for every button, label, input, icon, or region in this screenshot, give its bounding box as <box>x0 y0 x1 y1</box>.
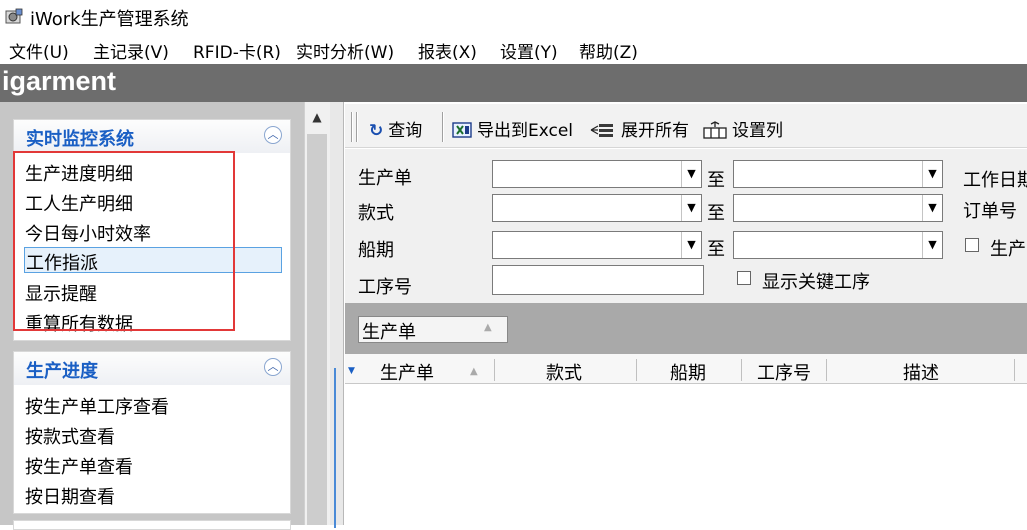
ship-date-label: 船期 <box>358 240 394 261</box>
style-label: 款式 <box>358 203 394 224</box>
sidebar-group-title: 实时监控系统 <box>26 129 134 150</box>
data-grid[interactable] <box>345 385 1027 525</box>
style-to-label: 至 <box>707 203 725 224</box>
excel-export-icon <box>452 122 472 138</box>
column-header-description[interactable]: 描述 <box>903 359 939 385</box>
sidebar-group-production-progress: 生产进度 ︿ 按生产单工序查看 按款式查看 按生产单查看 按日期查看 <box>13 351 291 514</box>
column-header-order[interactable]: 生产单 <box>380 359 434 385</box>
column-divider[interactable] <box>494 359 495 381</box>
app-banner: igarment <box>0 64 1027 102</box>
ship-to-label: 至 <box>707 239 725 260</box>
toolbar-separator <box>442 112 444 142</box>
column-header-style[interactable]: 款式 <box>546 359 582 385</box>
production-checkbox[interactable] <box>965 238 979 252</box>
sidebar-scrollbar-thumb[interactable] <box>307 134 327 525</box>
operation-number-input[interactable] <box>492 265 704 295</box>
column-divider[interactable] <box>636 359 637 381</box>
menu-master-records[interactable]: 主记录(V) <box>93 38 169 63</box>
style-from-select[interactable]: ▼ <box>492 194 702 222</box>
collapse-up-icon[interactable]: ︿ <box>264 358 282 376</box>
order-label: 生产单 <box>358 168 412 189</box>
menu-reports[interactable]: 报表(X) <box>418 38 477 63</box>
show-key-operations-checkbox[interactable] <box>737 271 751 285</box>
sidebar-group-title: 生产进度 <box>26 361 98 382</box>
group-by-chip-label: 生产单 <box>362 322 416 343</box>
dropdown-arrow-icon[interactable]: ▼ <box>922 161 942 187</box>
dropdown-arrow-icon[interactable]: ▼ <box>681 195 701 221</box>
menu-help[interactable]: 帮助(Z) <box>579 38 638 63</box>
columns-icon <box>703 121 727 139</box>
toolbar: ↻ 查询 导出到Excel 展开所有 设置列 <box>345 104 1027 148</box>
export-excel-button[interactable]: 导出到Excel <box>452 116 573 141</box>
splitter-grip[interactable] <box>334 368 340 528</box>
sort-ascending-icon: ▲ <box>484 322 492 333</box>
sidebar-item-by-order[interactable]: 按生产单查看 <box>25 453 133 479</box>
column-divider[interactable] <box>826 359 827 381</box>
column-divider[interactable] <box>1014 359 1015 381</box>
menu-file[interactable]: 文件(U) <box>9 38 69 63</box>
sidebar-group-next <box>13 520 291 530</box>
highlight-box <box>13 151 235 331</box>
toolbar-grip <box>351 112 353 142</box>
dropdown-arrow-icon[interactable]: ▼ <box>922 232 942 258</box>
column-divider[interactable] <box>741 359 742 381</box>
show-key-operations-label: 显示关键工序 <box>762 272 870 293</box>
refresh-icon: ↻ <box>369 121 384 141</box>
order-to-label: 至 <box>707 170 725 191</box>
order-to-select[interactable]: ▼ <box>733 160 943 188</box>
column-header-ship-date[interactable]: 船期 <box>670 359 706 385</box>
ship-from-select[interactable]: ▼ <box>492 231 702 259</box>
tree-expand-icon <box>590 124 613 137</box>
workdate-label: 工作日期 <box>963 170 1027 191</box>
sidebar-item-by-style[interactable]: 按款式查看 <box>25 423 115 449</box>
sidebar-group-header[interactable]: 生产进度 ︿ <box>14 352 290 385</box>
production-checkbox-label: 生产 <box>990 239 1026 260</box>
sidebar-item-by-date[interactable]: 按日期查看 <box>25 483 115 509</box>
menu-bar: 文件(U) 主记录(V) RFID-卡(R) 实时分析(W) 报表(X) 设置(… <box>0 34 1027 64</box>
operation-number-label: 工序号 <box>358 277 412 298</box>
query-button-label: 查询 <box>388 121 423 141</box>
collapse-up-icon[interactable]: ︿ <box>264 126 282 144</box>
sort-ascending-icon: ▲ <box>470 366 478 377</box>
window-title: iWork生产管理系统 <box>30 9 189 30</box>
order-from-select[interactable]: ▼ <box>492 160 702 188</box>
menu-settings[interactable]: 设置(Y) <box>500 38 558 63</box>
banner-title: igarment <box>2 66 117 96</box>
order-number-label: 订单号 <box>963 201 1017 222</box>
column-header-operation-number[interactable]: 工序号 <box>757 359 811 385</box>
dropdown-arrow-icon[interactable]: ▼ <box>681 161 701 187</box>
set-columns-button[interactable]: 设置列 <box>703 116 783 141</box>
sidebar-item-by-order-operation[interactable]: 按生产单工序查看 <box>25 393 169 419</box>
ship-to-select[interactable]: ▼ <box>733 231 943 259</box>
dropdown-arrow-icon[interactable]: ▼ <box>922 195 942 221</box>
sidebar-group-header[interactable]: 实时监控系统 ︿ <box>14 120 290 153</box>
expand-all-button[interactable]: 展开所有 <box>590 116 689 141</box>
expand-all-label: 展开所有 <box>621 121 689 141</box>
dropdown-arrow-icon[interactable]: ▼ <box>681 232 701 258</box>
scroll-up-arrow-icon[interactable]: ▲ <box>304 102 330 132</box>
style-to-select[interactable]: ▼ <box>733 194 943 222</box>
menu-realtime-analysis[interactable]: 实时分析(W) <box>296 38 394 63</box>
app-icon <box>5 8 23 24</box>
set-columns-label: 设置列 <box>732 121 783 141</box>
row-indicator-icon: ▼ <box>348 366 355 376</box>
toolbar-grip <box>356 112 358 142</box>
export-excel-label: 导出到Excel <box>477 121 574 141</box>
menu-rfid-card[interactable]: RFID-卡(R) <box>193 38 281 63</box>
query-button[interactable]: ↻ 查询 <box>369 116 422 141</box>
